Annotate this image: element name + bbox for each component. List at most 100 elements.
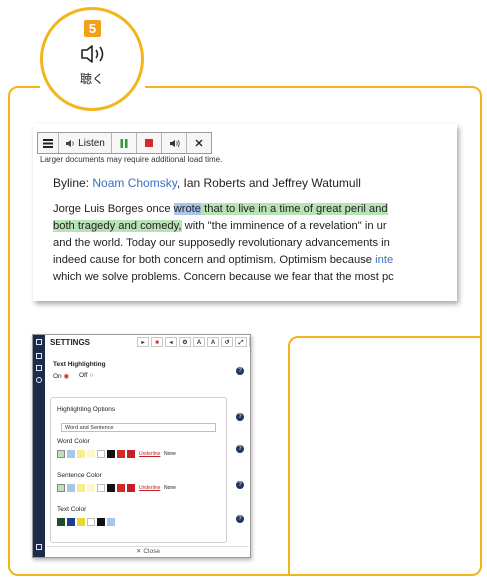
color-swatch[interactable] [87, 450, 95, 458]
color-swatch[interactable] [57, 484, 65, 492]
settings-header: SETTINGS ▸ ■ ◂ ⚙ A A ↺ ⤢ ✕ [47, 336, 250, 349]
wrench-icon[interactable] [36, 339, 42, 345]
on-label: On [53, 373, 62, 380]
highlighted-word: wrote [173, 203, 202, 215]
reader-screenshot: Listen Larger documents may require addi… [33, 124, 457, 301]
pause-button[interactable] [112, 133, 137, 153]
listen-label: Listen [78, 137, 105, 149]
byline: Byline: Noam Chomsky, Ian Roberts and Je… [53, 176, 361, 190]
select-value: Word and Sentence [65, 425, 114, 431]
color-swatch[interactable] [67, 450, 75, 458]
body-text: Jorge Luis Borges once [53, 203, 174, 215]
color-swatch[interactable] [107, 518, 115, 526]
highlighting-options-label: Highlighting Options [57, 406, 116, 413]
settings-content: Text Highlighting On ◉ Off ○ ? Highlight… [47, 351, 245, 543]
none-option[interactable]: None [164, 485, 176, 491]
font-smaller-button[interactable]: A [193, 337, 205, 347]
off-label: Off [79, 372, 88, 379]
settings-footer: ✕ Close [47, 546, 249, 557]
close-button[interactable] [187, 133, 211, 153]
color-swatch[interactable] [117, 484, 125, 492]
book-icon[interactable] [36, 365, 42, 371]
color-swatch[interactable] [107, 484, 115, 492]
color-swatch[interactable] [97, 484, 105, 492]
pause-icon [120, 138, 128, 148]
help-icon[interactable]: ? [236, 445, 244, 453]
settings-rail [33, 335, 45, 557]
read-aloud-toolbar: Listen [37, 132, 212, 154]
font-larger-button[interactable]: A [207, 337, 219, 347]
close-label: Close [143, 548, 160, 555]
settings-gear-button[interactable]: ⚙ [179, 337, 191, 347]
help-icon[interactable]: ? [236, 367, 244, 375]
stop-button[interactable]: ■ [151, 337, 163, 347]
none-option[interactable]: None [164, 451, 176, 457]
color-swatch[interactable] [117, 450, 125, 458]
color-swatch[interactable] [127, 450, 135, 458]
color-swatch[interactable] [77, 450, 85, 458]
volume-button[interactable]: ◂ [165, 337, 177, 347]
body-line: indeed cause for both concern and optimi… [53, 252, 457, 269]
text-highlighting-label: Text Highlighting [53, 361, 106, 368]
listen-caption: 聴く [79, 72, 104, 86]
body-line: both tragedy and comedy, with "the immin… [53, 218, 457, 235]
text-color-label: Text Color [57, 506, 87, 513]
body-line: and the world. Today our supposedly revo… [53, 237, 390, 249]
color-swatch[interactable] [107, 450, 115, 458]
body-text: with "the imminence of a revelation" in … [181, 220, 387, 232]
color-swatch[interactable] [77, 518, 85, 526]
sentence-color-label: Sentence Color [57, 472, 102, 479]
body-line: which we solve problems. Concern because… [53, 271, 394, 283]
menu-button[interactable] [38, 133, 59, 153]
load-time-note: Larger documents may require additional … [40, 155, 223, 164]
on-radio[interactable]: On ◉ [53, 372, 69, 380]
step-badge: 5 聴く [40, 7, 144, 111]
help-icon[interactable]: ? [236, 413, 244, 421]
word-color-label: Word Color [57, 438, 90, 445]
close-icon: ✕ [136, 548, 142, 555]
volume-button[interactable] [162, 133, 187, 153]
exit-icon[interactable] [36, 544, 42, 550]
color-swatch[interactable] [67, 484, 75, 492]
refresh-icon[interactable] [36, 377, 42, 383]
help-icon[interactable]: ? [236, 481, 244, 489]
underline-option[interactable]: Underline [139, 485, 160, 491]
listen-button[interactable]: Listen [59, 133, 112, 153]
close-icon [195, 139, 203, 147]
color-swatch[interactable] [87, 518, 95, 526]
body-line: Jorge Luis Borges once wrote that to liv… [53, 201, 457, 218]
play-button[interactable]: ▸ [137, 337, 149, 347]
color-swatch[interactable] [57, 518, 65, 526]
expand-button[interactable]: ⤢ [235, 337, 247, 347]
color-swatch[interactable] [67, 518, 75, 526]
byline-rest: , Ian Roberts and Jeffrey Watumull [176, 176, 361, 190]
stop-button[interactable] [137, 133, 162, 153]
page-icon[interactable] [36, 353, 42, 359]
color-swatch[interactable] [77, 484, 85, 492]
color-swatch[interactable] [97, 518, 105, 526]
author-link[interactable]: Noam Chomsky [92, 176, 176, 190]
callout-frame-secondary [288, 336, 482, 576]
highlighting-select[interactable]: Word and Sentence [61, 423, 216, 432]
radio-empty-icon: ○ [89, 372, 94, 379]
reset-button[interactable]: ↺ [221, 337, 233, 347]
settings-title: SETTINGS [50, 338, 91, 347]
color-swatch[interactable] [57, 450, 65, 458]
body-link[interactable]: inte [375, 254, 393, 266]
highlighted-sentence: both tragedy and comedy, [53, 220, 182, 232]
help-icon[interactable]: ? [236, 515, 244, 523]
off-radio[interactable]: Off ○ [79, 372, 93, 379]
color-swatch[interactable] [97, 450, 105, 458]
menu-icon [43, 138, 53, 148]
close-button[interactable]: ✕ [249, 337, 250, 347]
volume-icon [169, 139, 180, 147]
speaker-icon [81, 45, 104, 63]
underline-option[interactable]: Underline [139, 451, 160, 457]
color-swatch[interactable] [127, 484, 135, 492]
settings-screenshot: SETTINGS ▸ ■ ◂ ⚙ A A ↺ ⤢ ✕ Text Highligh… [32, 334, 251, 558]
color-swatch[interactable] [87, 484, 95, 492]
close-settings-button[interactable]: ✕ Close [136, 548, 160, 555]
byline-prefix: Byline: [53, 176, 93, 190]
radio-selected-icon: ◉ [63, 373, 70, 380]
stop-icon [145, 139, 153, 147]
